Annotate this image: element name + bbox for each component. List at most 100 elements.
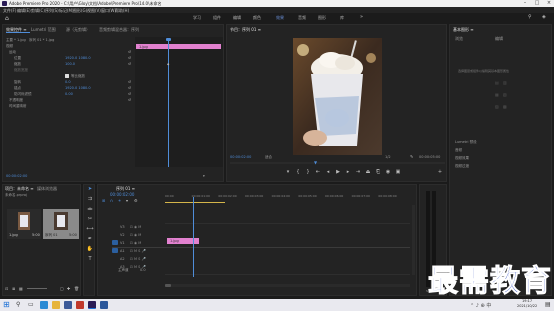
fit-dropdown[interactable]: 适合 xyxy=(265,155,272,160)
ripple-edit-tool-icon[interactable]: ⟚ xyxy=(86,207,94,212)
tab-edit[interactable]: 编辑 xyxy=(495,36,503,42)
program-scrubber[interactable] xyxy=(230,162,445,164)
export-frame-icon[interactable]: ◉ xyxy=(385,170,391,175)
tab-source[interactable]: 源（无剪辑） xyxy=(66,27,90,33)
reset-icon[interactable]: ↺ xyxy=(128,62,131,66)
step-back-icon[interactable]: ◂ xyxy=(325,170,331,175)
start-icon[interactable]: ⊞ xyxy=(3,300,10,309)
workspace-audio[interactable]: 音频 xyxy=(298,15,306,21)
word-icon[interactable] xyxy=(100,301,108,309)
essential-graphics-title[interactable]: 基本图形 ≡ xyxy=(453,27,474,33)
add-marker-icon[interactable]: ▾ xyxy=(126,198,128,203)
insert-sequence-icon[interactable]: ⊞ xyxy=(102,198,105,203)
task-view-icon[interactable]: ▭ xyxy=(28,301,34,308)
rotation-value[interactable]: 0.0 xyxy=(65,80,71,84)
timeline-vscroll[interactable] xyxy=(412,205,415,275)
extract-icon[interactable]: ⎗ xyxy=(375,170,381,175)
search-icon[interactable]: ⚲ xyxy=(528,14,532,20)
mark-out-icon[interactable]: } xyxy=(305,170,311,175)
maximize-icon[interactable]: □ xyxy=(532,0,542,7)
timeline-settings-icon[interactable]: ⚙ xyxy=(134,198,138,203)
app-icon[interactable] xyxy=(76,301,84,309)
keyframe-icon[interactable]: ◆ xyxy=(167,62,169,66)
align-right-icon[interactable]: ▦ xyxy=(495,92,499,97)
reset-icon[interactable]: ↺ xyxy=(128,56,131,60)
go-to-out-icon[interactable]: ⇥ xyxy=(355,170,361,175)
workspace-color[interactable]: 颜色 xyxy=(253,15,261,21)
timeline-playhead[interactable] xyxy=(192,197,194,277)
notification-center-icon[interactable]: ▤ xyxy=(545,301,551,308)
lock-icon[interactable]: ⊡ ◉ M xyxy=(130,233,141,237)
home-icon[interactable]: ⌂ xyxy=(5,15,9,22)
effect-playhead[interactable] xyxy=(168,39,169,167)
reset-icon[interactable]: ↺ xyxy=(128,80,131,84)
close-icon[interactable]: × xyxy=(544,0,554,7)
audio-controls[interactable]: ⊡ M S 🎤 xyxy=(130,257,146,261)
step-forward-icon[interactable]: ▸ xyxy=(345,170,351,175)
workspace-libraries[interactable]: 库 xyxy=(340,15,344,21)
track-v1-label[interactable]: V1 xyxy=(120,241,125,245)
program-timecode[interactable]: 00:00:02:00 xyxy=(230,155,251,159)
trash-icon[interactable]: 🗑 xyxy=(74,286,79,291)
effect-clip-bar[interactable] xyxy=(136,44,221,49)
new-item-icon[interactable]: ✚ xyxy=(67,286,70,291)
tab-project[interactable]: 项目：未命名 ≡ xyxy=(5,186,34,192)
list-view-icon[interactable]: ≣ xyxy=(12,286,15,291)
section-lumetri-presets[interactable]: Lumetri 预设 xyxy=(455,140,477,145)
track-v3-label[interactable]: V3 xyxy=(120,225,125,229)
workspace-edit[interactable]: 编辑 xyxy=(233,15,241,21)
tab-audio-mixer[interactable]: 音频剪辑混合器：序列 xyxy=(99,27,139,33)
effect-playhead-head[interactable] xyxy=(166,38,171,41)
project-item-image[interactable]: 1.jpg 5:00 xyxy=(7,209,41,239)
add-marker-icon[interactable]: ▾ xyxy=(285,170,291,175)
clock-date[interactable]: 2021/10/22 xyxy=(517,304,537,308)
fx-opacity[interactable]: 不透明度 xyxy=(9,98,23,103)
uniform-scale-checkbox[interactable] xyxy=(65,74,69,78)
align-middle-icon[interactable]: ▨ xyxy=(495,104,499,109)
workspace-assembly[interactable]: 组件 xyxy=(213,15,221,21)
tab-browse[interactable]: 浏览 xyxy=(455,36,463,42)
track-v2-label[interactable]: V2 xyxy=(120,233,125,237)
item-audio[interactable]: 音频 xyxy=(455,148,462,153)
lock-icon[interactable]: ⊡ ◉ M xyxy=(130,225,141,229)
track-select-tool-icon[interactable]: ⇉ xyxy=(86,197,94,202)
align-left-icon[interactable]: ▤ xyxy=(495,80,499,85)
scrubber-head-icon[interactable]: ▼ xyxy=(314,160,317,165)
minimize-icon[interactable]: – xyxy=(520,0,530,7)
timeline-timecode[interactable]: 00:00:02:00 xyxy=(110,192,134,197)
timeline-ruler[interactable]: 00:00 00:00:01:00 00:00:02:00 00:00:03:00 00… xyxy=(165,194,405,202)
search-icon[interactable]: ⚲ xyxy=(16,301,20,308)
tab-program-monitor[interactable]: 节目：序列 01 ≡ xyxy=(230,27,261,33)
selection-tool-icon[interactable]: ➤ xyxy=(86,187,94,192)
go-to-in-icon[interactable]: ⇤ xyxy=(315,170,321,175)
lock-icon[interactable]: ⊡ xyxy=(5,286,8,291)
antiflicker-value[interactable]: 0.00 xyxy=(65,92,73,96)
track-a2-label[interactable]: A2 xyxy=(120,257,125,261)
type-tool-icon[interactable]: T xyxy=(86,257,94,262)
comparison-view-icon[interactable]: ▣ xyxy=(395,170,401,175)
more-workspaces-icon[interactable]: » xyxy=(360,14,363,20)
quality-dropdown[interactable]: 1/2 xyxy=(385,155,391,159)
play-icon[interactable]: ▶ xyxy=(335,170,341,175)
new-bin-icon[interactable]: ▢ xyxy=(60,286,64,291)
wrench-icon[interactable]: ✎ xyxy=(410,154,413,159)
tab-lumetri-scopes[interactable]: Lumetri 范围 xyxy=(31,27,56,33)
reset-icon[interactable]: ↺ xyxy=(128,50,131,54)
align-top-icon[interactable]: ▧ xyxy=(503,92,507,97)
reset-icon[interactable]: ↺ xyxy=(128,98,131,102)
app-icon[interactable] xyxy=(64,301,72,309)
align-bottom-icon[interactable]: ▩ xyxy=(503,104,507,109)
hand-tool-icon[interactable]: ✋ xyxy=(86,247,94,252)
item-video-effects[interactable]: 视频效果 xyxy=(455,156,469,161)
tray-icons[interactable]: ⌃ ♪ ⊕ 中 xyxy=(470,302,491,309)
reset-icon[interactable]: ↺ xyxy=(128,86,131,90)
razor-tool-icon[interactable]: ✂ xyxy=(86,217,94,222)
slip-tool-icon[interactable]: ⟷ xyxy=(86,227,94,232)
reset-icon[interactable]: ↺ xyxy=(128,92,131,96)
workspace-effects[interactable]: 效果 xyxy=(276,15,284,21)
scale-value[interactable]: 100.0 xyxy=(65,62,75,66)
linked-selection-icon[interactable]: ⚭ xyxy=(118,198,121,203)
pen-tool-icon[interactable]: ✒ xyxy=(86,237,94,242)
premiere-taskbar-icon[interactable] xyxy=(88,301,96,309)
fx-motion[interactable]: 运动 xyxy=(9,50,16,55)
